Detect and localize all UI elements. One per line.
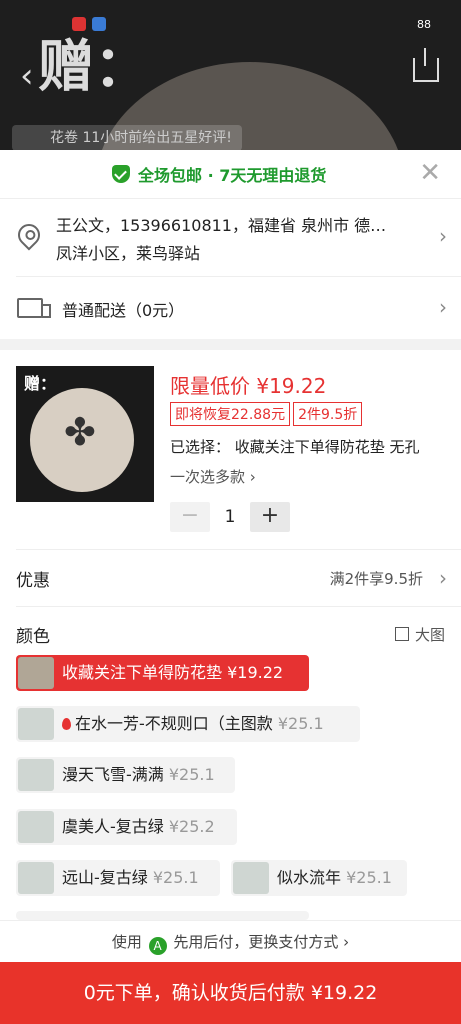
- app-notification-icon: [92, 17, 106, 31]
- big-image-toggle[interactable]: 大图: [394, 624, 445, 645]
- battery-level: 88: [417, 18, 431, 31]
- variant-thumbnail: [18, 811, 54, 843]
- variant-name: 在水一芳-不规则口（主图款: [75, 714, 273, 733]
- divider: [0, 198, 461, 199]
- variant-name: 似水流年: [277, 868, 342, 887]
- discount-label: 优惠: [16, 571, 50, 591]
- price-tags: 即将恢复22.88元 2件9.5折: [170, 402, 365, 426]
- chevron-right-icon: ›: [439, 566, 447, 590]
- discount-row[interactable]: 优惠 满2件享9.5折 ›: [0, 550, 461, 606]
- variant-chip[interactable]: 似水流年 ¥25.1: [231, 860, 407, 896]
- variant-chip[interactable]: 在水一芳-不规则口（主图款 ¥25.1: [16, 706, 360, 742]
- quantity-stepper: − 1 +: [170, 502, 291, 532]
- status-bar: 88: [0, 12, 461, 36]
- color-header: 颜色 大图: [0, 606, 461, 662]
- shipping-label: 普通配送（0元）: [62, 301, 185, 320]
- address-row[interactable]: 王公文，15396610811，福建省 泉州市 德… 凤洋小区，莱鸟驿站 ›: [0, 200, 461, 276]
- multi-select-link[interactable]: 一次选多款 ›: [170, 466, 256, 487]
- close-icon[interactable]: ✕: [419, 158, 441, 188]
- product-thumbnail[interactable]: ✤ 赠：: [16, 366, 154, 502]
- restore-price-tag: 即将恢复22.88元: [170, 402, 291, 426]
- thumbnail-tag: 赠：: [24, 374, 57, 393]
- variant-thumbnail: [18, 657, 54, 689]
- shield-check-icon: [112, 165, 130, 183]
- variant-price: ¥25.1: [152, 868, 199, 887]
- address-line-2: 凤洋小区，莱鸟驿站: [56, 244, 201, 263]
- variant-price: ¥19.22: [227, 663, 284, 682]
- big-image-label: 大图: [414, 626, 445, 644]
- section-gap: [0, 339, 461, 350]
- variant-chip[interactable]: 远山-复古绿 ¥25.1: [16, 860, 220, 896]
- grid-view-icon: [394, 627, 409, 641]
- product-summary: ✤ 赠： 限量低价 ¥19.22 即将恢复22.88元 2件9.5折 已选择： 收…: [0, 350, 461, 548]
- sku-sheet: 全场包邮 · 7天无理由退货 ✕ 王公文，15396610811，福建省 泉州市…: [0, 150, 461, 1024]
- location-pin-icon: [13, 219, 45, 251]
- chevron-right-icon: ›: [439, 224, 447, 248]
- variant-name: 虞美人-复古绿: [62, 817, 164, 836]
- service-banner-text: 全场包邮 · 7天无理由退货: [138, 166, 327, 185]
- discount-value: 满2件享9.5折: [329, 570, 423, 588]
- variant-chip[interactable]: 漫天飞雪-满满 ¥25.1: [16, 757, 235, 793]
- variant-name: 远山-复古绿: [62, 868, 148, 887]
- variant-chip-partial[interactable]: [16, 911, 309, 920]
- variant-thumbnail: [18, 759, 54, 791]
- variant-price: ¥25.2: [168, 817, 215, 836]
- payment-method-row[interactable]: 使用 A 先用后付，更换支付方式 ›: [0, 920, 461, 963]
- variant-price: ¥25.1: [346, 868, 392, 887]
- pay-later-logo-icon: A: [148, 937, 167, 955]
- variant-thumbnail: [233, 862, 269, 894]
- place-order-button[interactable]: 0元下单，确认收货后付款 ¥19.22: [0, 962, 461, 1024]
- chevron-right-icon: ›: [439, 295, 447, 319]
- color-label: 颜色: [16, 627, 50, 647]
- variant-thumbnail: [18, 862, 54, 894]
- shipping-row[interactable]: 普通配送（0元） ›: [0, 277, 461, 339]
- multi-buy-discount-tag: 2件9.5折: [293, 402, 363, 426]
- variant-chip[interactable]: 收藏关注下单得防花垫 ¥19.22: [16, 655, 309, 691]
- payment-prefix: 使用: [111, 933, 142, 951]
- share-icon[interactable]: [413, 48, 439, 82]
- app-notification-icon: [72, 17, 86, 31]
- variant-thumbnail: [18, 708, 54, 740]
- quantity-value: 1: [224, 507, 236, 527]
- variant-chip[interactable]: 虞美人-复古绿 ¥25.2: [16, 809, 237, 845]
- decrease-quantity-button[interactable]: −: [170, 502, 210, 532]
- variant-price: ¥25.1: [168, 765, 215, 784]
- hot-flame-icon: [62, 718, 71, 730]
- selected-option-text: 已选择： 收藏关注下单得防花垫 无孔: [170, 438, 420, 456]
- clover-icon: ✤: [64, 410, 96, 454]
- variant-price: ¥25.1: [277, 714, 324, 733]
- product-price: 限量低价 ¥19.22: [170, 374, 327, 398]
- increase-quantity-button[interactable]: +: [250, 502, 290, 532]
- address-line-1: 王公文，15396610811，福建省 泉州市 德…: [56, 216, 387, 235]
- truck-icon: [17, 298, 51, 318]
- back-icon[interactable]: ‹: [20, 56, 34, 96]
- service-banner: 全场包邮 · 7天无理由退货 ✕: [0, 150, 461, 198]
- payment-method-text: 先用后付，更换支付方式 ›: [173, 933, 350, 951]
- variant-name: 漫天飞雪-满满: [62, 765, 164, 784]
- variant-name: 收藏关注下单得防花垫: [62, 663, 223, 682]
- review-ticker: 花卷 11小时前给出五星好评!: [12, 125, 242, 150]
